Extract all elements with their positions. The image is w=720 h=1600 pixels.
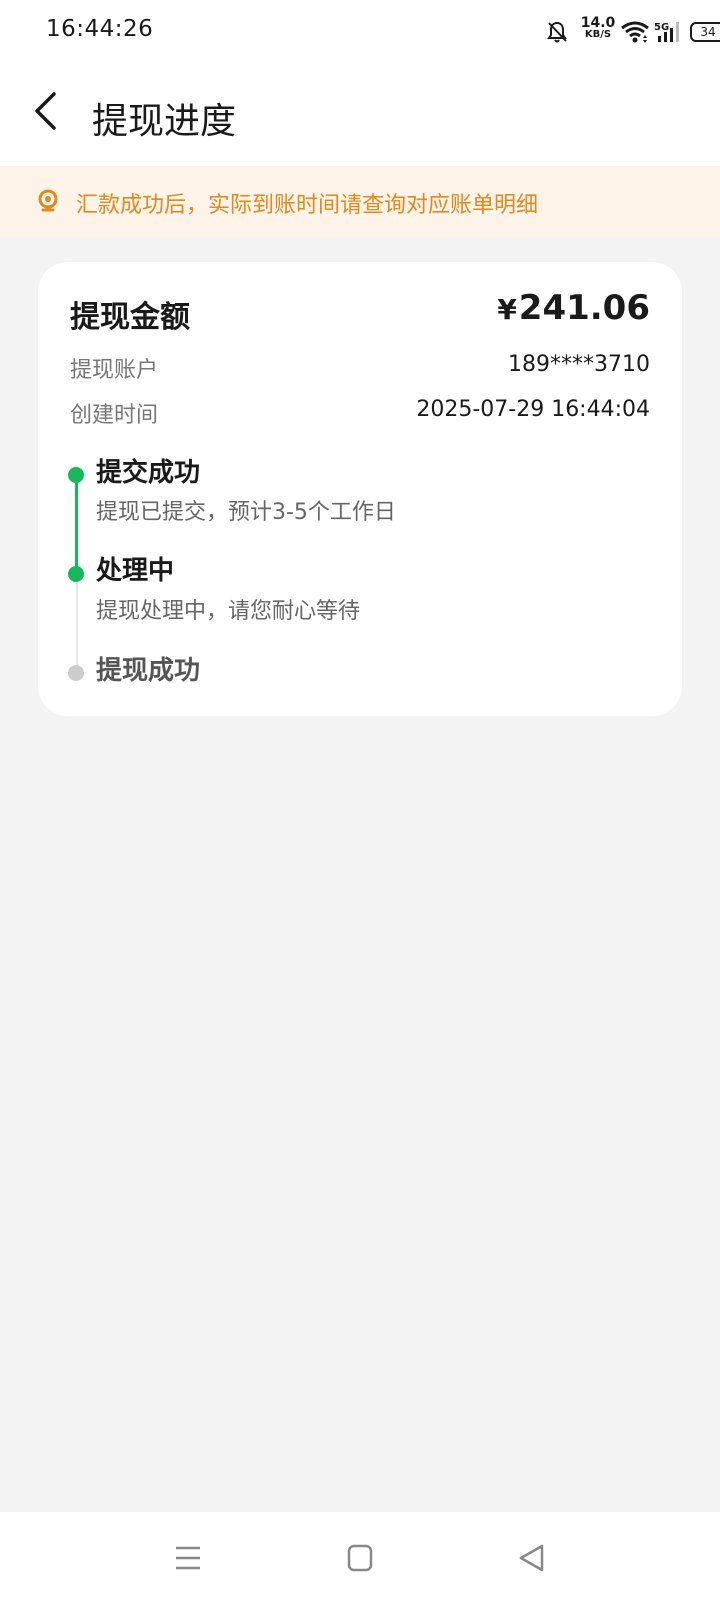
amount-label: 提现金额 [70, 300, 190, 335]
cellular-signal-icon: 5G [654, 20, 686, 48]
network-speed-value: 14.0 [580, 15, 616, 31]
timeline-step-desc: 提现处理中，请您耐心等待 [96, 599, 361, 624]
status-time: 16:44:26 [46, 16, 154, 42]
withdrawal-card: 提现金额 ¥241.06 提现账户 189****3710 创建时间 2025-… [38, 262, 682, 716]
amount-number: 241.06 [518, 288, 650, 328]
nav-back-button[interactable] [512, 1538, 552, 1578]
timeline-step-title: 提交成功 [96, 458, 201, 488]
amount-value: ¥241.06 [497, 288, 650, 328]
created-time-label: 创建时间 [70, 403, 159, 428]
timeline-dot-success [68, 665, 84, 681]
timeline-line-done [75, 474, 78, 574]
chevron-left-icon [32, 91, 58, 135]
page-title: 提现进度 [92, 101, 237, 142]
network-speed-unit: KB/S [584, 29, 612, 40]
menu-icon [168, 1546, 208, 1582]
account-value: 189****3710 [508, 352, 650, 377]
network-speed: 14.0 KB/S [578, 16, 618, 40]
timeline-line-pending [76, 574, 78, 674]
cell-label: 5G [654, 22, 669, 33]
notice-banner: 汇款成功后，实际到账时间请查询对应账单明细 [0, 166, 720, 238]
battery-icon: 34 [690, 22, 720, 42]
bell-off-icon [546, 20, 568, 48]
header: 提现进度 [0, 62, 720, 166]
home-button[interactable] [340, 1538, 380, 1578]
back-triangle-icon [512, 1544, 552, 1582]
created-time-value: 2025-07-29 16:44:04 [416, 397, 650, 422]
screen: 16:44:26 14.0 KB/S 5G 34 提现进度 汇款成功后，实际到账… [0, 0, 720, 1600]
battery-level: 34 [690, 22, 720, 42]
notice-text: 汇款成功后，实际到账时间请查询对应账单明细 [76, 193, 539, 218]
timeline-step-title: 处理中 [96, 556, 175, 586]
lightbulb-icon [36, 188, 60, 218]
timeline-dot-submitted [68, 467, 84, 483]
timeline-dot-processing [68, 566, 84, 582]
timeline-step-desc: 提现已提交，预计3-5个工作日 [96, 500, 396, 525]
wifi-icon [620, 20, 650, 48]
back-button[interactable] [20, 88, 70, 138]
status-bar: 16:44:26 14.0 KB/S 5G 34 [0, 0, 720, 62]
account-label: 提现账户 [70, 358, 159, 383]
home-square-icon [340, 1544, 380, 1582]
system-navbar [0, 1512, 720, 1600]
menu-button[interactable] [168, 1538, 208, 1578]
timeline-step-title: 提现成功 [96, 656, 201, 686]
currency-symbol: ¥ [497, 293, 517, 326]
